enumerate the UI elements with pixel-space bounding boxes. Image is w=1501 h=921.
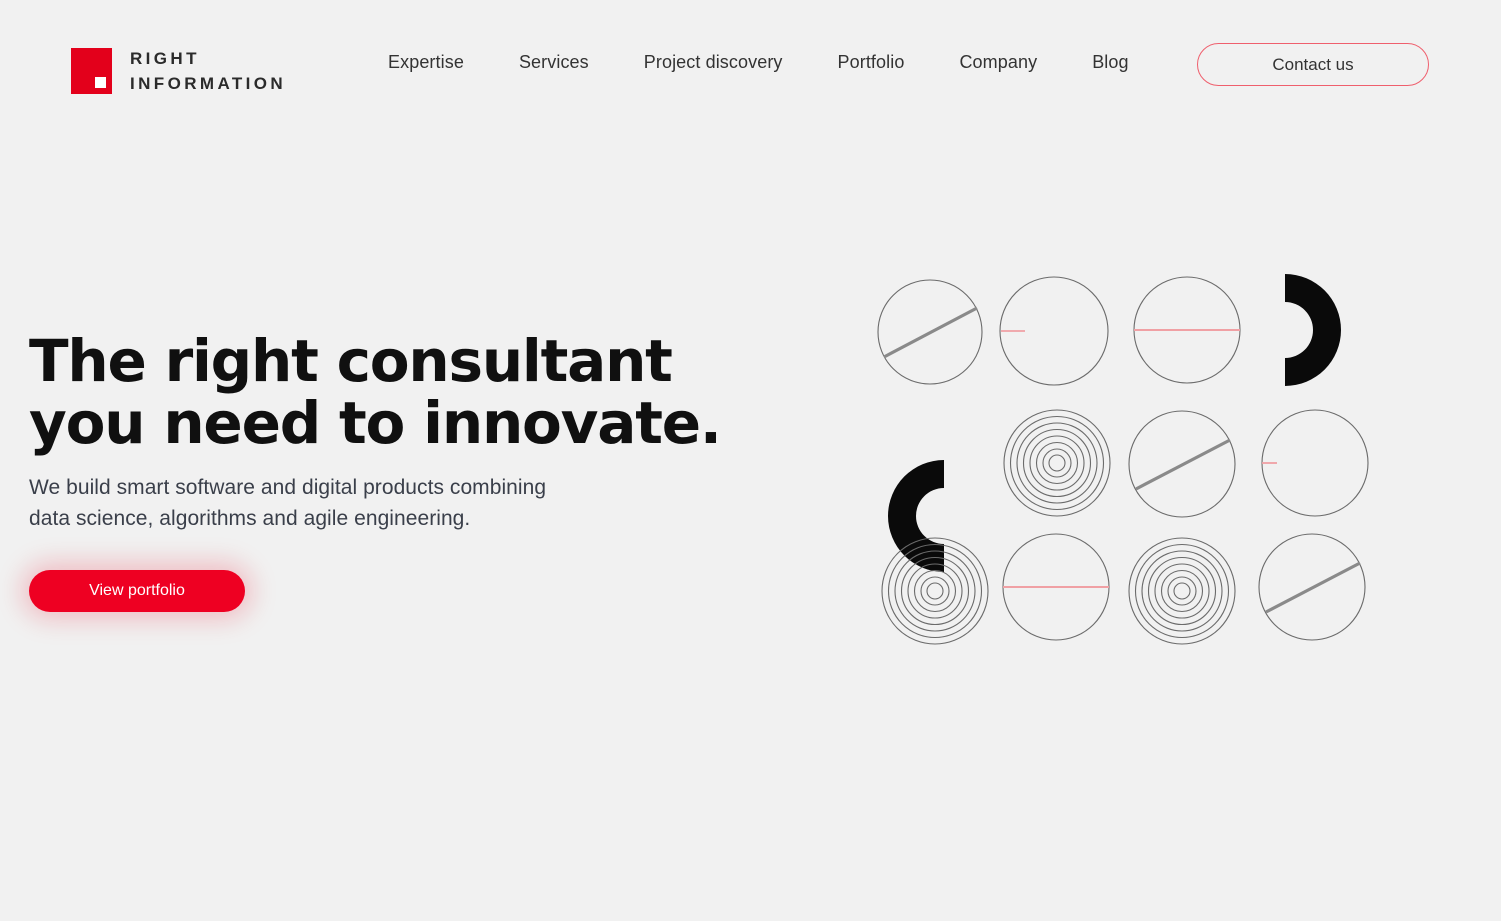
view-portfolio-button[interactable]: View portfolio [29,570,245,612]
nav-item-expertise[interactable]: Expertise [388,52,464,73]
decor-cell-circle-short-red-radius-2 [1261,409,1369,517]
hero-subtitle: We build smart software and digital prod… [29,476,547,530]
landing-page: RIGHT INFORMATION Expertise Services Pro… [0,0,1501,921]
nav-item-company[interactable]: Company [959,52,1037,73]
nav-item-portfolio[interactable]: Portfolio [838,52,905,73]
decor-cell-concentric-rings-3 [1128,537,1236,645]
decor-cell-circle-red-diameter-1 [1133,276,1241,384]
hero-content: The right consultant you need to innovat… [29,330,749,612]
logo-line-1: RIGHT [130,49,200,68]
decor-cell-circle-red-diameter-2 [1002,533,1110,641]
main-navigation: Expertise Services Project discovery Por… [388,52,1129,73]
logo-line-2: INFORMATION [130,74,287,93]
red-square-logo-mark [71,48,112,94]
decor-cell-circle-diagonal-chord-2 [1128,410,1236,518]
contact-us-button[interactable]: Contact us [1197,43,1429,86]
site-header: RIGHT INFORMATION Expertise Services Pro… [0,0,1501,130]
page-title: The right consultant you need to innovat… [29,327,722,457]
logo-text: RIGHT INFORMATION [130,46,286,96]
decor-cell-circle-diagonal-chord-1 [877,279,983,385]
decor-cell-concentric-rings-1 [1003,409,1111,517]
circle-pattern-svg [877,274,1369,645]
nav-item-project-discovery[interactable]: Project discovery [644,52,783,73]
nav-item-services[interactable]: Services [519,52,589,73]
decor-cell-circle-short-red-radius-1 [999,276,1109,386]
nav-item-blog[interactable]: Blog [1092,52,1128,73]
logo-inner-square [95,77,106,88]
decor-cell-circle-diagonal-chord-3 [1258,533,1366,641]
circle-pattern-grid [860,255,1390,655]
logo[interactable]: RIGHT INFORMATION [71,46,286,96]
decor-cell-black-crescent-right [1285,274,1341,386]
